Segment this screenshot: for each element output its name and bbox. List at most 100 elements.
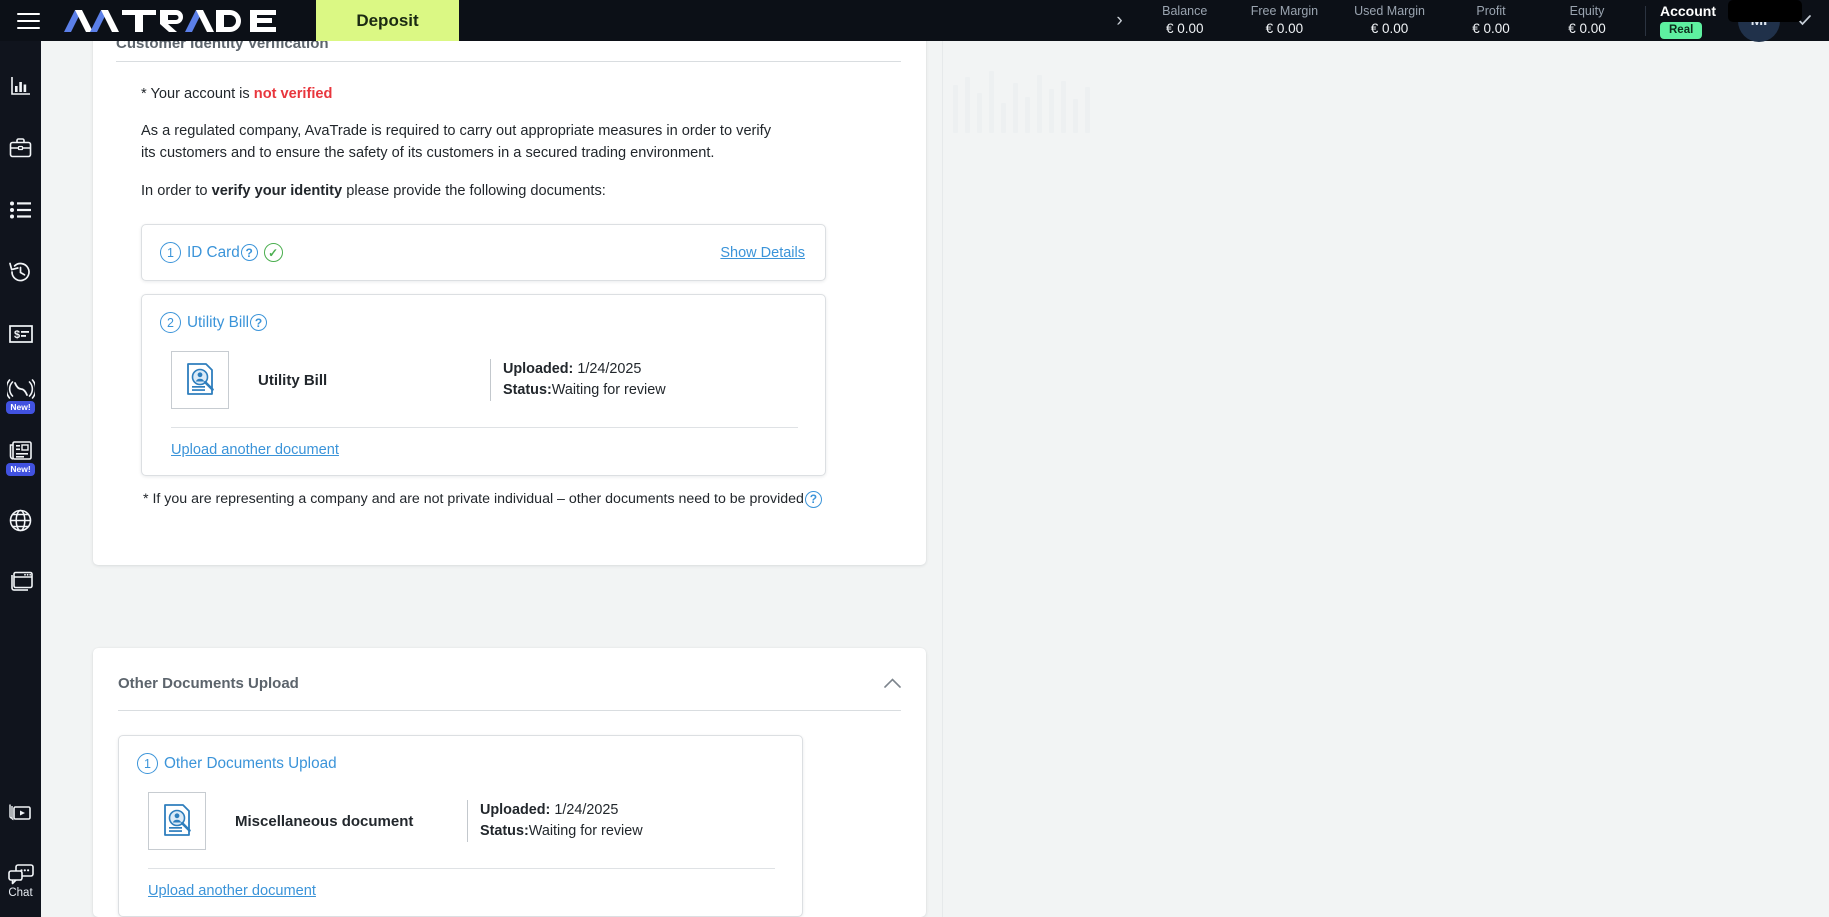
hamburger-menu-icon[interactable]: [0, 0, 56, 41]
document-meta: Uploaded: 1/24/2025 Status:Waiting for r…: [467, 800, 643, 842]
step-label: Utility Bill: [187, 313, 250, 331]
metric-label: Profit: [1476, 4, 1506, 18]
sidebar-item-payments[interactable]: $: [0, 303, 41, 365]
hamburger-bar: [16, 12, 40, 15]
step-other-documents-header: 1 Other Documents Upload: [119, 736, 802, 774]
document-thumbnail[interactable]: [148, 792, 206, 850]
metric-used-margin: Used Margin € 0.00: [1336, 0, 1443, 41]
help-icon[interactable]: ?: [240, 244, 258, 261]
account-title: Account: [1660, 2, 1716, 19]
step-number: 2: [160, 312, 181, 333]
expand-metrics-chevron-icon[interactable]: ›: [1102, 0, 1136, 41]
section-title: Other Documents Upload: [118, 675, 299, 692]
sidebar-item-history[interactable]: [0, 241, 41, 303]
hamburger-bar: [16, 19, 40, 22]
footnote-text: * If you are representing a company and …: [143, 491, 804, 507]
uploaded-row: Uploaded: 1/24/2025: [480, 800, 643, 821]
main-content: Customer Identity Verification * Your ac…: [41, 41, 1829, 917]
metric-value: € 0.00: [1472, 21, 1510, 36]
document-meta: Uploaded: 1/24/2025 Status:Waiting for r…: [490, 359, 666, 401]
metric-profit: Profit € 0.00: [1443, 0, 1539, 41]
deposit-button[interactable]: Deposit: [316, 0, 459, 41]
metric-equity: Equity € 0.00: [1539, 0, 1635, 41]
svg-text:$: $: [14, 329, 20, 341]
status-value: Waiting for review: [551, 382, 666, 398]
other-documents-accordion-header[interactable]: Other Documents Upload: [93, 648, 926, 692]
document-row: Utility Bill Uploaded: 1/24/2025 Status:…: [142, 333, 825, 415]
step-utility-bill: 2 Utility Bill ? Utility Bill Uploaded: …: [141, 294, 826, 476]
uploaded-value: 1/24/2025: [550, 802, 619, 818]
document-name: Utility Bill: [258, 371, 328, 389]
chart-icon: [10, 75, 32, 97]
new-badge: New!: [6, 400, 35, 414]
forms-column: Customer Identity Verification * Your ac…: [93, 41, 926, 917]
window-icon: [9, 571, 33, 593]
status-row: Status:Waiting for review: [503, 380, 666, 401]
list-icon: [9, 201, 32, 219]
upload-another-document-link[interactable]: Upload another document: [171, 442, 339, 458]
globe-icon: [9, 509, 32, 532]
sidebar-item-news[interactable]: New!: [0, 427, 41, 489]
status-label: Status:: [480, 823, 529, 839]
step-utility-bill-header: 2 Utility Bill ?: [142, 295, 825, 333]
instruction-bold: verify your identity: [211, 183, 343, 199]
uploaded-label: Uploaded:: [480, 802, 551, 818]
ghost-placeholder-bars: [953, 69, 1273, 133]
status-label: Status:: [503, 382, 552, 398]
hamburger-bar: [16, 26, 40, 29]
sidebar-item-list[interactable]: [0, 179, 41, 241]
metric-label: Used Margin: [1354, 4, 1425, 18]
avatrade-logo[interactable]: [64, 0, 292, 41]
left-sidebar: $ New! New! Chat: [0, 41, 41, 917]
account-switcher[interactable]: Account Real: [1656, 0, 1802, 41]
header-divider: [1645, 5, 1646, 36]
chevron-up-icon[interactable]: [884, 678, 901, 689]
account-type-badge: Real: [1660, 21, 1703, 39]
payments-icon: $: [8, 325, 33, 343]
signals-icon: [6, 378, 35, 399]
sidebar-item-portfolio[interactable]: [0, 117, 41, 179]
status-row: Status:Waiting for review: [480, 821, 643, 842]
app-root: Deposit › Balance € 0.00 Free Margin € 0…: [0, 0, 1829, 917]
metric-value: € 0.00: [1265, 21, 1304, 36]
other-documents-upload-card: Other Documents Upload 1 Other Documents…: [93, 648, 926, 917]
new-badge: New!: [6, 463, 35, 476]
verification-status-note: * Your account is not verified: [141, 84, 903, 104]
other-documents-body: 1 Other Documents Upload Miscellaneous d…: [93, 711, 926, 917]
sidebar-item-chat[interactable]: Chat: [0, 845, 41, 917]
sidebar-item-videos[interactable]: [0, 783, 41, 845]
show-details-link[interactable]: Show Details: [720, 245, 805, 261]
status-value: Waiting for review: [528, 823, 643, 839]
account-number-redacted: [1728, 0, 1802, 22]
sidebar-item-signals[interactable]: New!: [0, 365, 41, 427]
status-note-prefix: * Your account is: [141, 86, 254, 102]
verified-check-icon: ✓: [263, 243, 283, 262]
document-separator: [171, 427, 798, 428]
instruction-suffix: please provide the following documents:: [342, 183, 606, 199]
status-badge: not verified: [253, 86, 333, 102]
customer-identity-verification-card: Customer Identity Verification * Your ac…: [93, 41, 926, 565]
metric-balance: Balance € 0.00: [1137, 0, 1233, 41]
right-panel: [942, 41, 1829, 917]
metric-free-margin: Free Margin € 0.00: [1233, 0, 1336, 41]
document-name: Miscellaneous document: [235, 812, 414, 830]
chat-label: Chat: [8, 886, 33, 899]
metric-value: € 0.00: [1165, 21, 1204, 36]
verification-body: * Your account is not verified As a regu…: [116, 62, 903, 509]
sidebar-item-window[interactable]: [0, 551, 41, 613]
document-thumbnail[interactable]: [171, 351, 229, 409]
help-icon[interactable]: ?: [804, 490, 822, 508]
sidebar-item-globe[interactable]: [0, 489, 41, 551]
page-title: Customer Identity Verification: [116, 41, 329, 52]
step-other-documents: 1 Other Documents Upload Miscellaneous d…: [118, 735, 803, 917]
top-header: Deposit › Balance € 0.00 Free Margin € 0…: [0, 0, 1829, 42]
upload-another-document-link[interactable]: Upload another document: [148, 883, 316, 899]
account-metrics: Balance € 0.00 Free Margin € 0.00 Used M…: [1137, 0, 1635, 41]
help-icon[interactable]: ?: [250, 314, 268, 331]
uploaded-value: 1/24/2025: [573, 361, 642, 377]
regulation-paragraph: As a regulated company, AvaTrade is requ…: [141, 123, 772, 161]
step-label: ID Card: [187, 243, 240, 261]
sidebar-item-chart[interactable]: [0, 55, 41, 117]
history-icon: [9, 261, 32, 283]
document-row: Miscellaneous document Uploaded: 1/24/20…: [119, 774, 802, 856]
